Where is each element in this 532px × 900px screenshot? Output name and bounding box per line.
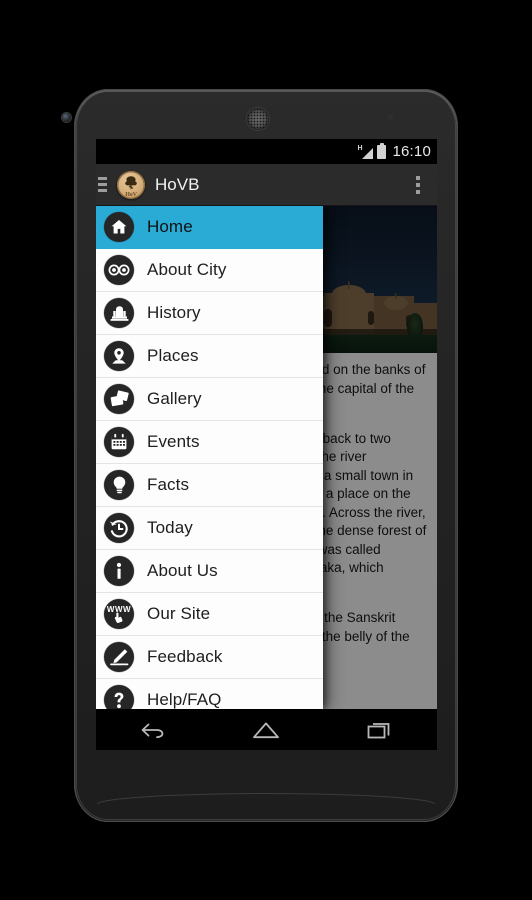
- drawer-item-label: Gallery: [147, 389, 202, 408]
- tree-glyph: [125, 175, 137, 189]
- lightbulb-icon: [104, 470, 134, 500]
- drawer-item-label: Events: [147, 432, 200, 451]
- drawer-item-about-us[interactable]: About Us: [96, 550, 323, 593]
- drawer-item-feedback[interactable]: Feedback: [96, 636, 323, 679]
- drawer-item-gallery[interactable]: Gallery: [96, 378, 323, 421]
- calendar-icon: [104, 427, 134, 457]
- drawer-item-events[interactable]: Events: [96, 421, 323, 464]
- map-pin-icon: [104, 341, 134, 371]
- action-bar: HoV HoVB: [96, 164, 437, 206]
- drawer-item-today[interactable]: Today: [96, 507, 323, 550]
- earpiece-speaker-icon: [247, 108, 269, 130]
- drawer-item-places[interactable]: Places: [96, 335, 323, 378]
- status-bar-clock: 16:10: [392, 143, 431, 160]
- drawer-item-label: Home: [147, 217, 193, 236]
- recents-icon[interactable]: [354, 709, 406, 750]
- content-area: Vadodara is a city in Gujarat, situated …: [96, 206, 437, 709]
- device-bottom-curve: [97, 794, 435, 816]
- drawer-item-facts[interactable]: Facts: [96, 464, 323, 507]
- question-icon: [104, 685, 134, 709]
- drawer-item-label: About Us: [147, 561, 218, 580]
- status-bar: H 16:10: [96, 139, 437, 164]
- tree-logo-icon[interactable]: HoV: [117, 170, 145, 199]
- glasses-icon: [104, 255, 134, 285]
- drawer-item-label: Our Site: [147, 604, 211, 623]
- hamburger-icon[interactable]: [97, 164, 113, 206]
- drawer-item-history[interactable]: History: [96, 292, 323, 335]
- monument-icon: [104, 298, 134, 328]
- home-nav-icon[interactable]: [240, 709, 292, 750]
- front-camera-icon: [62, 113, 71, 122]
- drawer-item-label: Facts: [147, 475, 190, 494]
- drawer-item-help-faq[interactable]: Help/FAQ: [96, 679, 323, 709]
- drawer-item-about-city[interactable]: About City: [96, 249, 323, 292]
- clock-history-icon: [104, 513, 134, 543]
- drawer-item-label: Feedback: [147, 647, 223, 666]
- android-nav-bar: [96, 709, 437, 750]
- drawer-item-label: History: [147, 303, 201, 322]
- drawer-item-label: About City: [147, 260, 227, 279]
- overflow-menu-icon[interactable]: [407, 164, 429, 206]
- www-cursor-icon: WWW: [104, 599, 134, 629]
- back-arrow-icon[interactable]: [127, 709, 179, 750]
- drawer-item-our-site[interactable]: WWW Our Site: [96, 593, 323, 636]
- drawer-item-label: Today: [147, 518, 193, 537]
- navigation-drawer: Home About City History Places Gallery E…: [96, 206, 323, 709]
- signal-bars-icon: H: [357, 145, 374, 159]
- info-icon: [104, 556, 134, 586]
- phone-screen: H 16:10 HoV HoVB on the banks of the cap…: [96, 139, 437, 750]
- logo-word-label: HoV: [125, 191, 137, 198]
- drawer-item-label: Places: [147, 346, 199, 365]
- drawer-item-label: Help/FAQ: [147, 690, 222, 709]
- home-icon: [104, 212, 134, 242]
- drawer-item-home[interactable]: Home: [96, 206, 323, 249]
- proximity-sensor-icon: [388, 114, 394, 120]
- photos-icon: [104, 384, 134, 414]
- pencil-icon: [104, 642, 134, 672]
- app-title: HoVB: [155, 174, 200, 194]
- battery-full-icon: [377, 142, 387, 159]
